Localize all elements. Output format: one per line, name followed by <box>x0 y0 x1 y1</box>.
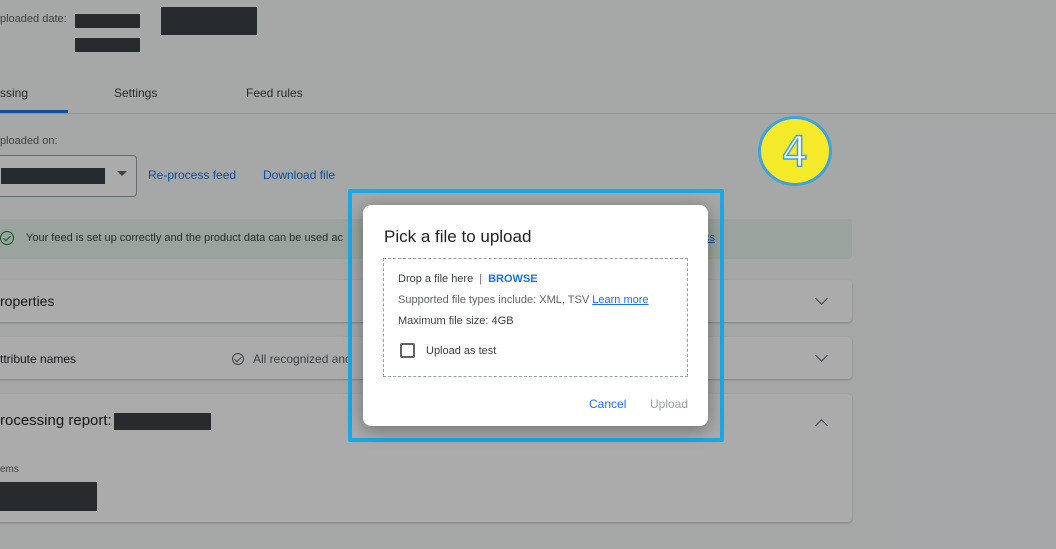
browse-button[interactable]: BROWSE <box>488 273 538 285</box>
file-drop-zone[interactable]: Drop a file here | BROWSE Supported file t… <box>383 258 688 377</box>
upload-as-test-checkbox[interactable] <box>400 343 415 358</box>
upload-as-test-label: Upload as test <box>426 344 497 357</box>
drop-text: Drop a file here <box>398 273 474 285</box>
supported-types-text: Supported file types include: XML, TSV <box>398 294 590 306</box>
learn-more-link[interactable]: Learn more <box>592 294 648 306</box>
max-file-size: Maximum file size: 4GB <box>398 315 514 327</box>
step-number-badge: 4 <box>758 116 832 186</box>
upload-dialog: Pick a file to upload Drop a file here | B… <box>363 205 708 426</box>
drop-instructions: Drop a file here | BROWSE <box>398 273 538 285</box>
upload-button[interactable]: Upload <box>650 397 688 411</box>
dialog-title: Pick a file to upload <box>384 227 532 246</box>
supported-types: Supported file types include: XML, TSV L… <box>398 294 649 306</box>
upload-as-test-option[interactable]: Upload as test <box>400 343 496 358</box>
cancel-button[interactable]: Cancel <box>589 397 626 411</box>
separator: | <box>479 273 483 285</box>
